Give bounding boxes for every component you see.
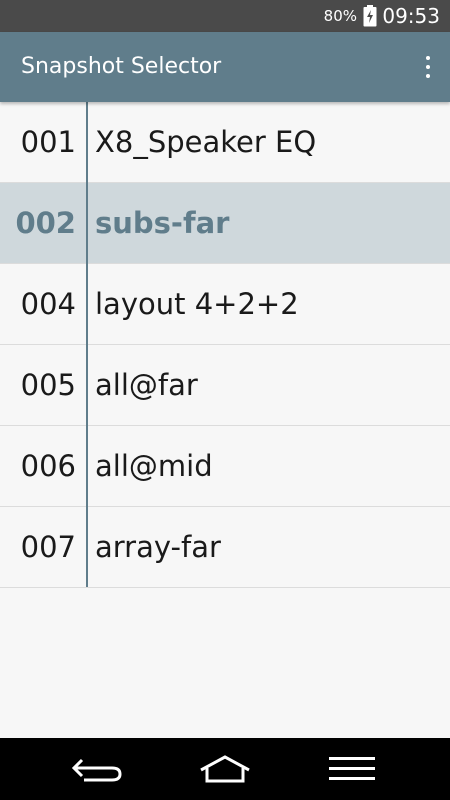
list-item[interactable]: 005 all@far [0, 345, 450, 426]
snapshot-name: subs-far [95, 206, 230, 240]
snapshot-id: 001 [20, 125, 76, 159]
screen: 80% 09:53 Snapshot Selector 001 X8_Speake… [0, 0, 450, 800]
navigation-bar [0, 738, 450, 800]
action-bar: Snapshot Selector [0, 32, 450, 102]
snapshot-id: 005 [20, 368, 76, 402]
clock: 09:53 [382, 4, 440, 28]
status-bar: 80% 09:53 [0, 0, 450, 32]
snapshot-id: 002 [15, 206, 76, 240]
overflow-menu-icon[interactable] [420, 54, 436, 80]
snapshot-id: 007 [20, 530, 76, 564]
menu-icon[interactable] [297, 738, 407, 800]
list-item[interactable]: 006 all@mid [0, 426, 450, 507]
snapshot-list: 001 X8_Speaker EQ 002 subs-far 004 layout 4+2… [0, 102, 450, 588]
snapshot-name: array-far [95, 530, 221, 564]
list-item[interactable]: 001 X8_Speaker EQ [0, 102, 450, 183]
battery-percent: 80% [323, 7, 357, 25]
column-divider [86, 102, 88, 587]
snapshot-name: X8_Speaker EQ [95, 125, 317, 159]
list-item[interactable]: 002 subs-far [0, 183, 450, 264]
list-item[interactable]: 004 layout 4+2+2 [0, 264, 450, 345]
back-icon[interactable] [43, 738, 153, 800]
snapshot-name: all@far [95, 368, 198, 402]
home-icon[interactable] [170, 738, 280, 800]
snapshot-id: 004 [20, 287, 76, 321]
list-item[interactable]: 007 array-far [0, 507, 450, 588]
snapshot-id: 006 [20, 449, 76, 483]
snapshot-name: layout 4+2+2 [95, 287, 299, 321]
page-title: Snapshot Selector [21, 54, 222, 79]
battery-charging-icon [363, 5, 377, 27]
snapshot-name: all@mid [95, 449, 213, 483]
